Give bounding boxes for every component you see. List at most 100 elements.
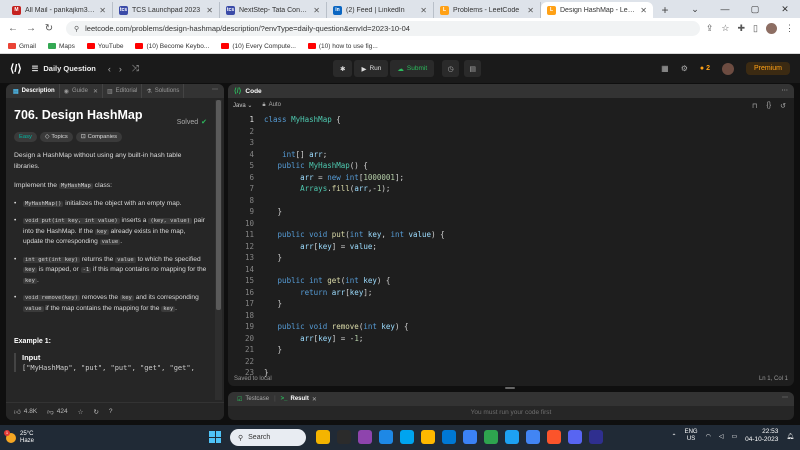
code-line[interactable]: 10 [228,218,794,230]
tab-testcase[interactable]: ☑ Testcase [232,396,274,403]
clock[interactable]: 22:53 04-10-2023 [745,428,778,444]
new-tab-button[interactable]: + [657,2,673,18]
code-line[interactable]: 20 arr[key] = -1; [228,333,794,345]
streak-counter[interactable]: ● 2 [700,65,710,72]
taskbar-app-icon[interactable] [505,430,519,444]
taskbar-app-icon[interactable] [379,430,393,444]
bookmark-item[interactable]: Gmail [8,43,36,50]
notifications-icon[interactable]: 🔔︎ [786,433,794,440]
next-problem-icon[interactable]: › [119,64,122,74]
wifi-icon[interactable]: ◠ [706,433,711,440]
submit-button[interactable]: ☁ Submit [390,60,435,77]
browser-tab[interactable]: L Problems - LeetCode ✕ [434,2,541,18]
code-editor[interactable]: 1 class MyHashMap {2 3 4 int[] arr; 5 public… [228,114,794,377]
bookmark-item[interactable]: (10) Every Compute... [221,43,296,50]
prev-problem-icon[interactable]: ‹ [108,64,111,74]
code-line[interactable]: 14 [228,264,794,276]
taskbar-app-icon[interactable] [589,430,603,444]
companies-chip[interactable]: ⊡ Companies [75,132,122,142]
topics-chip[interactable]: ◇ Topics [39,132,73,142]
code-line[interactable]: 8 [228,195,794,207]
bookmark-item[interactable]: (10) how to use fig... [307,43,378,50]
code-more-icon[interactable]: ⋯ [782,86,789,94]
taskbar-app-icon[interactable] [421,430,435,444]
browser-menu-icon[interactable]: ⋮ [785,23,794,34]
taskbar-app-icon[interactable] [463,430,477,444]
bookmark-item[interactable]: Maps [47,43,75,50]
close-tab-icon[interactable]: ✕ [206,6,213,15]
close-tab-icon[interactable]: ✕ [312,396,317,403]
star-icon[interactable]: ☆ [78,408,84,416]
code-line[interactable]: 18 [228,310,794,322]
speaker-icon[interactable]: ◁ [719,433,724,440]
tab-solutions[interactable]: ⚗ Solutions [142,84,185,98]
bookmark-item[interactable]: YouTube [86,43,123,50]
chevron-up-icon[interactable]: ⌃ [672,433,677,440]
like-button[interactable]: 👍︎ 4.8K [14,408,37,416]
back-arrow-icon[interactable]: ← [6,23,20,34]
panel-resize-handle[interactable] [505,387,515,389]
code-line[interactable]: 7 Arrays.fill(arr,-1); [228,183,794,195]
sidebar-icon[interactable]: ▯ [753,23,758,34]
maximize-button[interactable]: ▢ [740,0,770,18]
code-line[interactable]: 13 } [228,252,794,264]
taskbar-app-icon[interactable] [358,430,372,444]
browser-tab[interactable]: tcs NextStep- Tata Consultanc✕ [220,2,327,18]
site-info-icon[interactable]: ⚲ [74,25,79,33]
settings-gear-icon[interactable]: ⚙ [681,64,688,73]
taskbar-app-icon[interactable] [526,430,540,444]
format-braces-icon[interactable]: {} [766,102,771,110]
close-tab-icon[interactable]: ✕ [313,6,320,15]
taskbar-app-icon[interactable] [568,430,582,444]
taskbar-app-icon[interactable] [400,430,414,444]
code-line[interactable]: 11 public void put(int key, int value) { [228,229,794,241]
close-tab-icon[interactable]: ✕ [93,88,98,95]
browser-tab[interactable]: tcs TCS Launchpad 2023 ✕ [113,2,220,18]
timer-icon[interactable]: ◷ [442,60,460,77]
share-icon[interactable]: ⇪ [706,23,714,34]
premium-button[interactable]: Premium [745,62,790,75]
bookmark-icon[interactable]: ⊓ [752,102,757,110]
panel-more-icon[interactable]: ⋯ [212,86,218,93]
tab-search-icon[interactable]: ⌄ [680,0,710,18]
result-more-icon[interactable]: ⋯ [782,394,788,401]
user-avatar[interactable] [721,62,734,75]
close-tab-icon[interactable]: ✕ [640,6,647,15]
weather-widget[interactable]: 1 25°C Haze [0,429,34,445]
code-line[interactable]: 17 } [228,298,794,310]
code-line[interactable]: 5 public MyHashMap() { [228,160,794,172]
layout-grid-icon[interactable]: ▦ [661,64,669,73]
browser-tab[interactable]: M All Mail - pankajkm347@ ✕ [6,2,113,18]
close-tab-icon[interactable]: ✕ [420,6,427,15]
extensions-icon[interactable]: ✚ [738,23,746,34]
share-arrow-icon[interactable]: ↻ [93,408,98,416]
reset-icon[interactable]: ↺ [780,102,786,110]
code-line[interactable]: 19 public void remove(int key) { [228,321,794,333]
minimize-button[interactable]: — [710,0,740,18]
reload-icon[interactable]: ↻ [42,23,56,34]
code-line[interactable]: 22 [228,356,794,368]
code-line[interactable]: 6 arr = new int[1000001]; [228,172,794,184]
taskbar-app-icon[interactable] [547,430,561,444]
shuffle-icon[interactable]: ⤨ [132,63,139,74]
code-line[interactable]: 15 public int get(int key) { [228,275,794,287]
forward-arrow-icon[interactable]: → [24,23,38,34]
bookmark-item[interactable]: (10) Become Keybo... [135,43,209,50]
close-window-button[interactable]: ✕ [770,0,800,18]
run-button[interactable]: ▶ Run [354,60,389,77]
taskbar-app-icon[interactable] [337,430,351,444]
tab-editorial[interactable]: ▥ Editorial [103,84,143,98]
code-line[interactable]: 9 } [228,206,794,218]
tab-result[interactable]: >_ Result ✕ [276,396,322,403]
taskbar-app-icon[interactable] [484,430,498,444]
close-tab-icon[interactable]: ✕ [99,6,106,15]
code-line[interactable]: 16 return arr[key]; [228,287,794,299]
browser-tab[interactable]: L Design HashMap - LeetCo ✕ [541,2,653,18]
dislike-button[interactable]: 👎︎ 424 [47,408,67,416]
bookmark-star-icon[interactable]: ☆ [721,23,729,34]
close-tab-icon[interactable]: ✕ [527,6,534,15]
leetcode-logo-icon[interactable]: ⟨/⟩ [10,62,22,75]
code-line[interactable]: 21 } [228,344,794,356]
code-line[interactable]: 3 [228,137,794,149]
url-input[interactable]: ⚲ leetcode.com/problems/design-hashmap/d… [66,21,700,36]
